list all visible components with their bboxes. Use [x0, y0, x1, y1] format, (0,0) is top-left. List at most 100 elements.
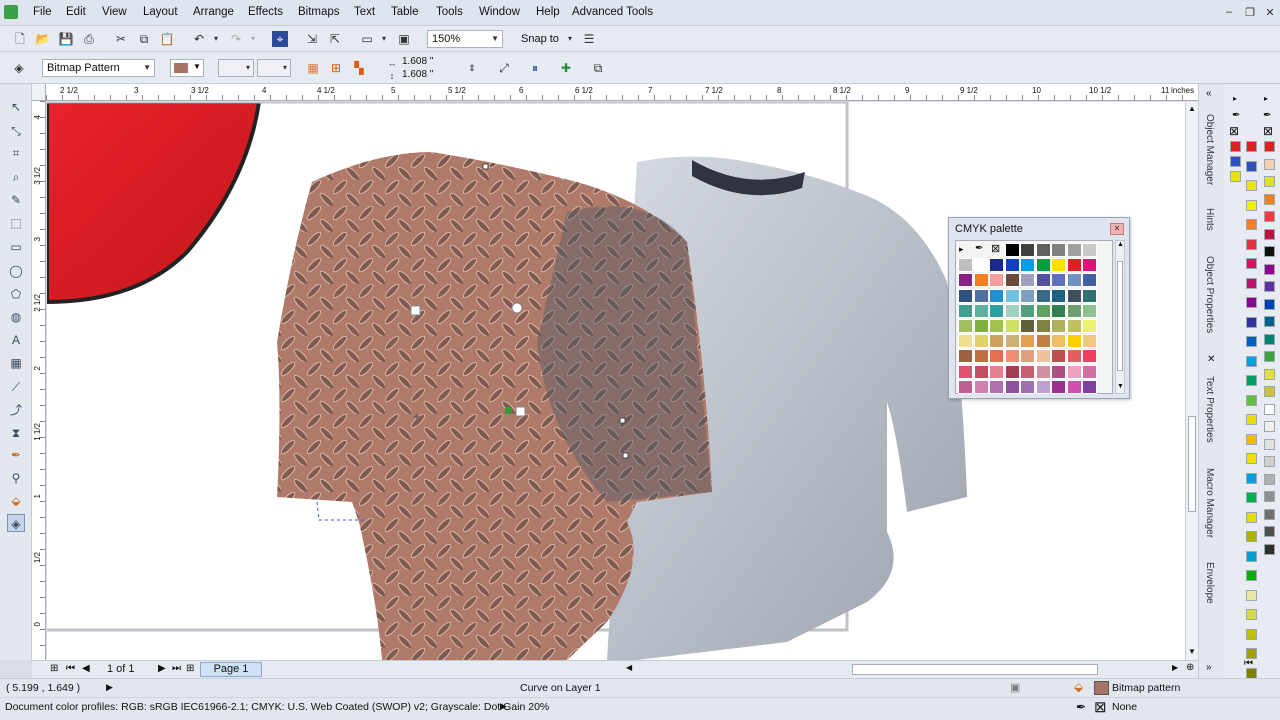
color-swatch[interactable]	[1082, 303, 1097, 318]
page-tab[interactable]: Page 1	[200, 662, 262, 677]
profiles-menu-icon[interactable]: ▶	[500, 701, 507, 712]
transform-with-object-icon[interactable]: ⤢	[496, 60, 512, 76]
undo-dropdown-icon[interactable]: ▾	[208, 31, 224, 47]
menu-arrange[interactable]: Arrange	[193, 6, 234, 18]
open-icon[interactable]: 📂	[35, 31, 51, 47]
color-swatch[interactable]	[1035, 288, 1051, 303]
color-swatch[interactable]	[1246, 492, 1257, 503]
color-swatch[interactable]	[1020, 334, 1035, 349]
color-swatch[interactable]	[1066, 334, 1082, 349]
save-icon[interactable]: 💾	[58, 31, 74, 47]
color-swatch[interactable]	[1246, 648, 1257, 659]
no-color-icon[interactable]: ⊠	[1263, 124, 1273, 138]
color-swatch[interactable]	[1264, 368, 1275, 380]
copy-fill-icon[interactable]: ⧉	[590, 60, 606, 76]
smart-fill-tool-icon[interactable]: ⬚	[7, 214, 25, 232]
menu-file[interactable]: File	[33, 6, 52, 18]
color-swatch[interactable]	[1004, 288, 1020, 303]
minimize-icon[interactable]: –	[1222, 6, 1236, 18]
export-icon[interactable]: ⇱	[327, 31, 343, 47]
rectangle-tool-icon[interactable]: ▭	[7, 238, 25, 256]
color-swatch[interactable]	[1020, 273, 1035, 288]
expand-dockers-icon[interactable]: »	[1206, 662, 1212, 673]
color-swatch[interactable]	[1082, 364, 1097, 379]
palette-scroll-up-icon[interactable]: ▸	[1264, 94, 1268, 103]
color-profiles-info[interactable]: Document color profiles: RGB: sRGB IEC61…	[5, 701, 549, 713]
menu-edit[interactable]: Edit	[66, 6, 86, 18]
color-swatch[interactable]	[973, 258, 989, 273]
color-swatch[interactable]	[1066, 364, 1082, 379]
copy-icon[interactable]: ⧉	[136, 31, 152, 47]
color-swatch[interactable]	[1264, 508, 1275, 520]
color-swatch[interactable]	[958, 303, 973, 318]
color-swatch[interactable]	[1020, 349, 1035, 364]
new-document-icon[interactable]: 🗋	[12, 31, 28, 47]
tab-macro-manager[interactable]: Macro Manager	[1204, 468, 1215, 538]
menu-effects[interactable]: Effects	[248, 6, 283, 18]
color-swatch[interactable]	[989, 319, 1004, 333]
fill-type-combo[interactable]: Bitmap Pattern ▼	[42, 59, 155, 77]
tab-text-properties[interactable]: Text Properties	[1204, 376, 1215, 443]
scroll-up-icon[interactable]: ▲	[1188, 104, 1196, 113]
menu-window[interactable]: Window	[479, 6, 520, 18]
options-icon[interactable]: ☰	[581, 31, 597, 47]
page-options-icon[interactable]: ⊞	[50, 663, 58, 674]
menu-tools[interactable]: Tools	[436, 6, 463, 18]
color-swatch[interactable]	[1246, 433, 1257, 445]
color-swatch[interactable]	[1051, 349, 1066, 364]
color-swatch[interactable]	[1264, 386, 1275, 397]
tab-hints[interactable]: Hints	[1204, 208, 1215, 231]
palette-scroll-up-icon[interactable]: ▸	[1233, 94, 1237, 103]
color-swatch[interactable]	[973, 349, 989, 364]
basic-shapes-tool-icon[interactable]: ◍	[7, 308, 25, 326]
scroll-thumb[interactable]	[1117, 261, 1123, 371]
text-tool-icon[interactable]: A	[7, 331, 25, 349]
color-swatch[interactable]	[973, 288, 989, 303]
color-swatch[interactable]	[1082, 273, 1097, 288]
color-swatch[interactable]	[989, 288, 1004, 303]
color-swatch[interactable]	[1004, 379, 1020, 394]
color-swatch[interactable]	[1264, 158, 1275, 170]
color-swatch[interactable]	[989, 273, 1004, 288]
color-swatch[interactable]	[1264, 491, 1275, 502]
blend-tool-icon[interactable]: ⧗	[7, 424, 25, 442]
color-swatch[interactable]	[1004, 243, 1020, 257]
table-tool-icon[interactable]: ▦	[7, 354, 25, 372]
color-swatch[interactable]	[1264, 526, 1275, 537]
import-icon[interactable]: ⇲	[304, 31, 320, 47]
color-swatch[interactable]	[958, 319, 973, 333]
eyedropper-icon[interactable]: ✒	[975, 243, 983, 254]
eyedropper-icon[interactable]: ✒	[1232, 110, 1240, 121]
color-swatch[interactable]	[973, 319, 989, 333]
color-swatch[interactable]	[1246, 589, 1257, 601]
color-swatch[interactable]	[1230, 171, 1241, 182]
color-swatch[interactable]	[1066, 273, 1082, 288]
color-swatch[interactable]	[1246, 180, 1257, 191]
color-swatch[interactable]	[1004, 303, 1020, 318]
color-swatch[interactable]	[1082, 258, 1097, 273]
small-tile-icon[interactable]: ▦	[305, 60, 321, 76]
close-icon[interactable]: ✕	[1110, 223, 1124, 235]
color-swatch[interactable]	[1066, 379, 1082, 394]
color-swatch[interactable]	[1246, 609, 1257, 620]
color-swatch[interactable]	[973, 273, 989, 288]
color-swatch[interactable]	[1051, 319, 1066, 333]
welcome-screen-icon[interactable]: ▣	[396, 31, 412, 47]
color-swatch[interactable]	[1264, 421, 1275, 432]
scroll-up-icon[interactable]: ▲	[1117, 241, 1124, 248]
color-swatch[interactable]	[1082, 334, 1097, 349]
color-swatch[interactable]	[1004, 334, 1020, 349]
close-icon[interactable]: ✕	[1263, 6, 1277, 19]
color-swatch[interactable]	[1051, 334, 1066, 349]
menu-text[interactable]: Text	[354, 6, 375, 18]
color-swatch[interactable]	[1020, 243, 1035, 257]
cut-icon[interactable]: ✂	[113, 31, 129, 47]
color-swatch[interactable]	[1246, 375, 1257, 386]
color-swatch[interactable]	[1082, 349, 1097, 364]
color-swatch[interactable]	[989, 334, 1004, 349]
color-swatch[interactable]	[1264, 403, 1275, 415]
connector-tool-icon[interactable]: ⤴	[7, 401, 25, 419]
color-swatch[interactable]	[1035, 273, 1051, 288]
last-page-icon[interactable]: ⏭	[172, 663, 181, 674]
pick-tool-icon[interactable]: ↖	[7, 98, 25, 116]
